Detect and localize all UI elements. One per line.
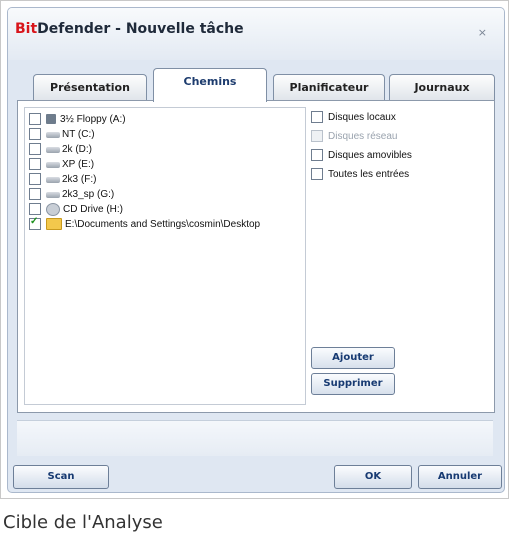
floppy-icon	[46, 114, 56, 124]
checkbox-checked[interactable]	[29, 216, 41, 230]
tab-planificateur[interactable]: Planificateur	[273, 74, 385, 101]
list-item[interactable]: 2k3 (F:)	[29, 172, 96, 186]
drive-label: XP (E:)	[62, 158, 95, 170]
ok-button[interactable]: OK	[334, 465, 412, 489]
checkbox[interactable]	[29, 188, 41, 200]
checkbox	[311, 130, 323, 142]
option-all-entries[interactable]: Toutes les entrées	[311, 167, 409, 181]
checkbox[interactable]	[29, 128, 41, 140]
cd-drive-icon	[46, 202, 60, 216]
remove-button[interactable]: Supprimer	[311, 373, 395, 395]
screenshot-frame: BitDefender - Nouvelle tâche × Présentat…	[0, 0, 509, 499]
option-network-disks: Disques réseau	[311, 129, 397, 143]
title-text: Defender - Nouvelle tâche	[37, 21, 244, 37]
status-bar	[17, 420, 493, 456]
checkbox[interactable]	[29, 143, 41, 155]
option-label: Disques locaux	[328, 111, 396, 123]
checkbox[interactable]	[311, 168, 323, 180]
hard-drive-icon	[46, 192, 60, 198]
drive-label: 3½ Floppy (A:)	[60, 113, 126, 125]
option-local-disks[interactable]: Disques locaux	[311, 110, 396, 124]
option-label: Disques réseau	[328, 130, 398, 142]
add-button[interactable]: Ajouter	[311, 347, 395, 369]
tab-presentation[interactable]: Présentation	[33, 74, 147, 101]
option-label: Disques amovibles	[328, 149, 412, 161]
drive-label: 2k (D:)	[62, 143, 92, 155]
scan-button[interactable]: Scan	[13, 465, 109, 489]
drive-list[interactable]: 3½ Floppy (A:) NT (C:) 2k (D:) XP (E:) 2…	[24, 107, 306, 405]
hard-drive-icon	[46, 147, 60, 153]
tab-chemins[interactable]: Chemins	[153, 68, 267, 102]
list-item[interactable]: 2k (D:)	[29, 142, 92, 156]
path-label: E:\Documents and Settings\cosmin\Desktop	[65, 218, 261, 230]
list-item[interactable]: 2k3_sp (G:)	[29, 187, 114, 201]
drive-label: NT (C:)	[62, 128, 95, 140]
checkbox[interactable]	[29, 158, 41, 170]
cancel-button[interactable]: Annuler	[418, 465, 502, 489]
close-icon[interactable]: ×	[478, 26, 487, 39]
list-item[interactable]: XP (E:)	[29, 157, 94, 171]
option-removable-disks[interactable]: Disques amovibles	[311, 148, 412, 162]
title-brand: Bit	[15, 21, 38, 37]
hard-drive-icon	[46, 132, 60, 138]
checkbox[interactable]	[311, 111, 323, 123]
hard-drive-icon	[46, 177, 60, 183]
checkbox[interactable]	[29, 113, 41, 125]
figure-caption: Cible de l'Analyse	[3, 512, 163, 533]
tab-journaux[interactable]: Journaux	[389, 74, 495, 101]
option-label: Toutes les entrées	[328, 168, 410, 180]
list-item[interactable]: 3½ Floppy (A:)	[29, 112, 126, 126]
drive-label: CD Drive (H:)	[63, 203, 123, 215]
title-bar: BitDefender - Nouvelle tâche ×	[8, 8, 504, 60]
drive-label: 2k3_sp (G:)	[62, 188, 115, 200]
window-title: BitDefender - Nouvelle tâche	[15, 21, 244, 37]
hard-drive-icon	[46, 162, 60, 168]
drive-label: 2k3 (F:)	[62, 173, 97, 185]
paths-panel: 3½ Floppy (A:) NT (C:) 2k (D:) XP (E:) 2…	[17, 100, 495, 413]
list-item[interactable]: NT (C:)	[29, 127, 95, 141]
dialog-window: BitDefender - Nouvelle tâche × Présentat…	[7, 7, 505, 493]
checkbox[interactable]	[29, 173, 41, 185]
folder-icon	[46, 218, 62, 230]
list-item[interactable]: E:\Documents and Settings\cosmin\Desktop	[29, 216, 261, 231]
checkbox[interactable]	[311, 149, 323, 161]
tab-bar: Présentation Chemins Planificateur Journ…	[17, 60, 495, 102]
list-item[interactable]: CD Drive (H:)	[29, 202, 123, 216]
checkbox[interactable]	[29, 203, 41, 215]
